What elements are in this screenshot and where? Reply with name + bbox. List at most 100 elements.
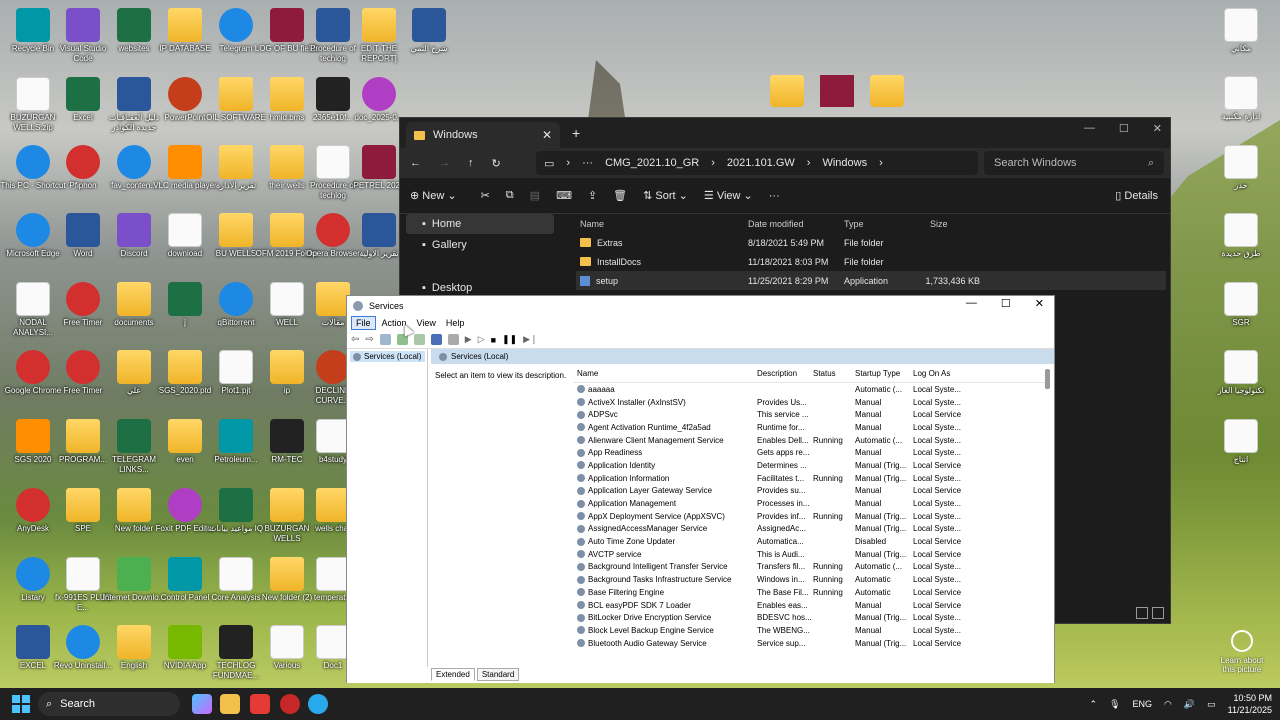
sort-button[interactable]: ⇅ Sort ⌄ [643,189,688,202]
forward-icon[interactable]: ⇨ [365,334,373,345]
up-icon[interactable]: ↑ [468,157,474,169]
menu-help[interactable]: Help [442,317,469,329]
sidebar-item-gallery[interactable]: ▪ Gallery [400,235,548,255]
help-icon[interactable] [430,334,442,345]
column-description[interactable]: Description [757,369,813,378]
breadcrumb-2[interactable]: 2021.101.GW [727,157,795,169]
service-row[interactable]: Background Intelligent Transfer Service T… [573,561,1051,574]
service-row[interactable]: Agent Activation Runtime_4f2a5ad Runtime … [573,421,1051,434]
details-button[interactable]: ▯ Details [1115,189,1158,202]
copilot-icon[interactable] [192,694,212,714]
desktop-icon[interactable]: تكنولوجيا الغاز [1208,350,1274,396]
chevron-up-icon[interactable]: ⌃ [1090,699,1098,710]
pfiphon-icon[interactable] [280,694,300,714]
new-tab-button[interactable]: + [572,125,580,141]
forward-icon[interactable]: → [439,157,450,169]
breadcrumb-1[interactable]: CMG_2021.10_GR [605,157,699,169]
desktop-icon[interactable]: شرح الثمي [396,8,462,54]
share-icon[interactable]: ⇪ [588,189,597,202]
copy-icon[interactable]: ⧉ [506,189,514,202]
new-button[interactable]: ⊕ New ⌄ [410,189,457,202]
column-name[interactable]: Name [573,369,757,378]
column-log-on-as[interactable]: Log On As [913,369,993,378]
menu-view[interactable]: View [413,317,440,329]
ellipsis-icon[interactable]: ··· [582,157,593,169]
desktop-icon[interactable]: مكاني [1208,8,1274,54]
service-row[interactable]: Background Tasks Infrastructure Service W… [573,573,1051,586]
column-date[interactable]: Date modified [748,219,844,229]
back-icon[interactable]: ← [410,157,421,169]
tiles-view-icon[interactable] [1152,607,1164,619]
show-tree-icon[interactable] [379,334,391,345]
service-row[interactable]: Application Information Facilitates t... R… [573,472,1051,485]
file-row[interactable]: InstallDocs 11/18/2021 8:03 PM File folder [576,252,1166,271]
minimize-icon[interactable]: — [1084,122,1095,135]
minimize-icon[interactable]: — [966,297,977,310]
service-row[interactable]: Application Layer Gateway Service Provide… [573,485,1051,498]
restart-icon[interactable]: ▶❘ [523,334,537,345]
desktop-icon[interactable]: حذر [1208,145,1274,191]
clock[interactable]: 10:50 PM 11/21/2025 [1228,692,1272,716]
windows-start-icon[interactable] [12,695,30,713]
microphone-icon[interactable]: 🎙 [1109,699,1120,710]
service-row[interactable]: ADPSvc This service ... Manual Local Servic… [573,408,1051,421]
refresh-icon[interactable]: ↻ [492,157,501,170]
paste-icon[interactable]: ▤ [530,189,540,202]
close-tab-icon[interactable]: ✕ [542,128,552,142]
service-row[interactable]: Application Identity Determines ... Manual… [573,459,1051,472]
file-explorer-icon[interactable] [220,694,240,714]
column-status[interactable]: Status [813,369,855,378]
file-row[interactable]: setup 11/25/2021 8:29 PM Application 1,733,… [576,271,1166,290]
maximize-icon[interactable]: ☐ [1001,297,1011,310]
service-row[interactable]: Bluetooth Audio Gateway Service Service s… [573,637,1051,650]
service-row[interactable]: Application Management Processes in... Man… [573,497,1051,510]
rename-icon[interactable]: ⌨ [556,189,572,202]
view-button[interactable]: ☰ View ⌄ [704,189,753,202]
telegram-icon[interactable] [308,694,328,714]
cut-icon[interactable]: ✂ [481,189,490,202]
language-indicator[interactable]: ENG [1133,699,1153,709]
desktop-icon[interactable]: ادارة مكتبية [1208,76,1274,122]
more-icon[interactable]: ··· [769,190,780,202]
taskbar-search[interactable]: ⌕ Search [38,692,180,716]
service-row[interactable]: Auto Time Zone Updater Automatica... Disab… [573,535,1051,548]
battery-icon[interactable]: ▭ [1207,699,1216,710]
explorer-search-input[interactable]: Search Windows ⌕ [984,151,1164,175]
export-icon[interactable] [413,334,425,345]
service-row[interactable]: BCL easyPDF SDK 7 Loader Enables eas... Ma… [573,599,1051,612]
explorer-tab[interactable]: Windows ✕ [406,122,560,148]
vertical-scrollbar[interactable] [1045,369,1050,389]
tab-standard[interactable]: Standard [476,668,520,681]
pause-icon[interactable]: ❚❚ [502,334,517,345]
column-size[interactable]: Size [924,219,980,229]
column-name[interactable]: Name [576,219,748,229]
service-row[interactable]: AppX Deployment Service (AppXSVC) Provide… [573,510,1051,523]
desktop-icon[interactable]: انتاج [1208,419,1274,465]
start-alt-icon[interactable]: ▷ [478,334,485,345]
service-row[interactable]: AVCTP service This is Audi... Manual (Trig… [573,548,1051,561]
menu-file[interactable]: File [351,316,376,330]
delete-icon[interactable]: 🗑 [613,189,627,202]
start-icon[interactable]: ▶ [465,334,472,345]
sidebar-item-home[interactable]: ▪ Home [406,214,554,234]
anydesk-icon[interactable] [250,694,270,714]
service-row[interactable]: BitLocker Drive Encryption Service BDESVC… [573,611,1051,624]
desktop-icon[interactable]: طرق حديدة [1208,213,1274,259]
stop-icon[interactable]: ■ [491,335,496,345]
column-type[interactable]: Type [844,219,924,229]
service-row[interactable]: Alienware Client Management Service Enabl… [573,434,1051,447]
service-row[interactable]: App Readiness Gets apps re... Manual Local … [573,446,1051,459]
tab-extended[interactable]: Extended [431,668,475,681]
column-startup-type[interactable]: Startup Type [855,369,913,378]
desktop-icon[interactable]: SGR [1208,282,1274,328]
breadcrumb-3[interactable]: Windows [822,157,867,169]
service-row[interactable]: Base Filtering Engine The Base Fil... Runn… [573,586,1051,599]
folder-icon[interactable] [870,75,904,107]
wifi-icon[interactable]: ◠ [1164,699,1172,710]
service-row[interactable]: Block Level Backup Engine Service The WBE… [573,624,1051,637]
service-row[interactable]: aaaaaa Automatic (... Local Syste... [573,383,1051,396]
properties-icon[interactable] [447,334,459,345]
close-icon[interactable]: ✕ [1153,122,1162,135]
tree-services-local[interactable]: Services (Local) [350,351,425,362]
maximize-icon[interactable]: ☐ [1119,122,1129,135]
